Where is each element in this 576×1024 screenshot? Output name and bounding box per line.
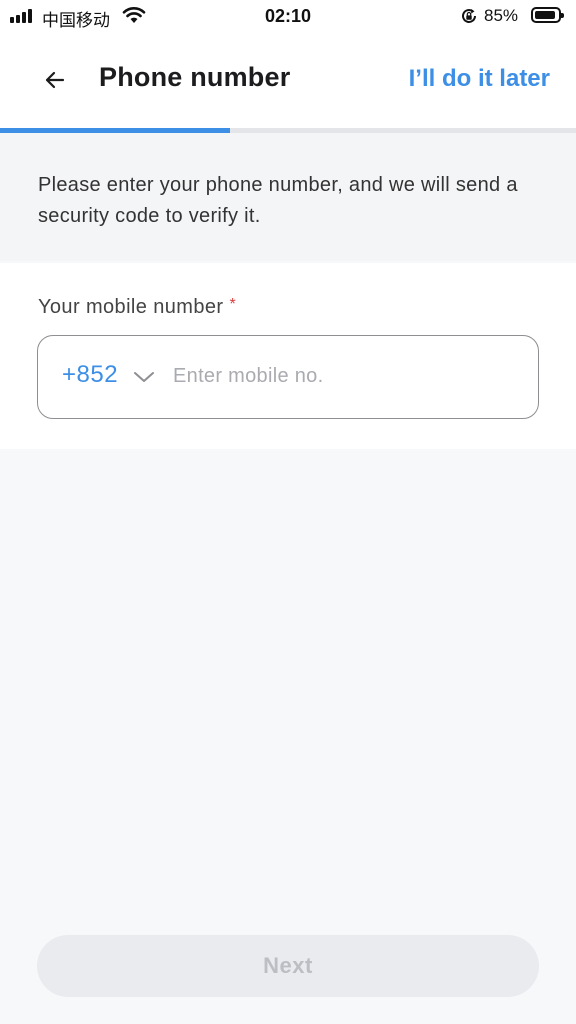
country-code-selector[interactable]: +852 — [62, 361, 118, 389]
page-title: Phone number — [99, 62, 291, 92]
back-arrow-icon — [45, 71, 65, 89]
battery-icon — [531, 7, 564, 23]
skip-later-link[interactable]: I’ll do it later — [409, 65, 550, 93]
phone-form: Your mobile number * +852 — [0, 263, 576, 449]
intro-section: Please enter your phone number, and we w… — [0, 133, 576, 261]
chevron-down-icon[interactable] — [133, 370, 155, 389]
intro-text: Please enter your phone number, and we w… — [38, 174, 518, 227]
phone-field: +852 — [37, 335, 539, 419]
next-button[interactable]: Next — [37, 935, 539, 997]
header: Phone number I’ll do it later — [0, 34, 576, 128]
mobile-number-input[interactable] — [173, 356, 513, 396]
mobile-number-label-text: Your mobile number — [38, 296, 224, 318]
rotation-lock-icon — [460, 7, 478, 30]
status-bar: 中国移动 02:10 85% — [0, 0, 576, 34]
battery-percent: 85% — [484, 6, 519, 25]
mobile-number-label: Your mobile number * — [38, 296, 236, 319]
required-mark: * — [229, 296, 237, 313]
back-button[interactable] — [36, 62, 72, 98]
